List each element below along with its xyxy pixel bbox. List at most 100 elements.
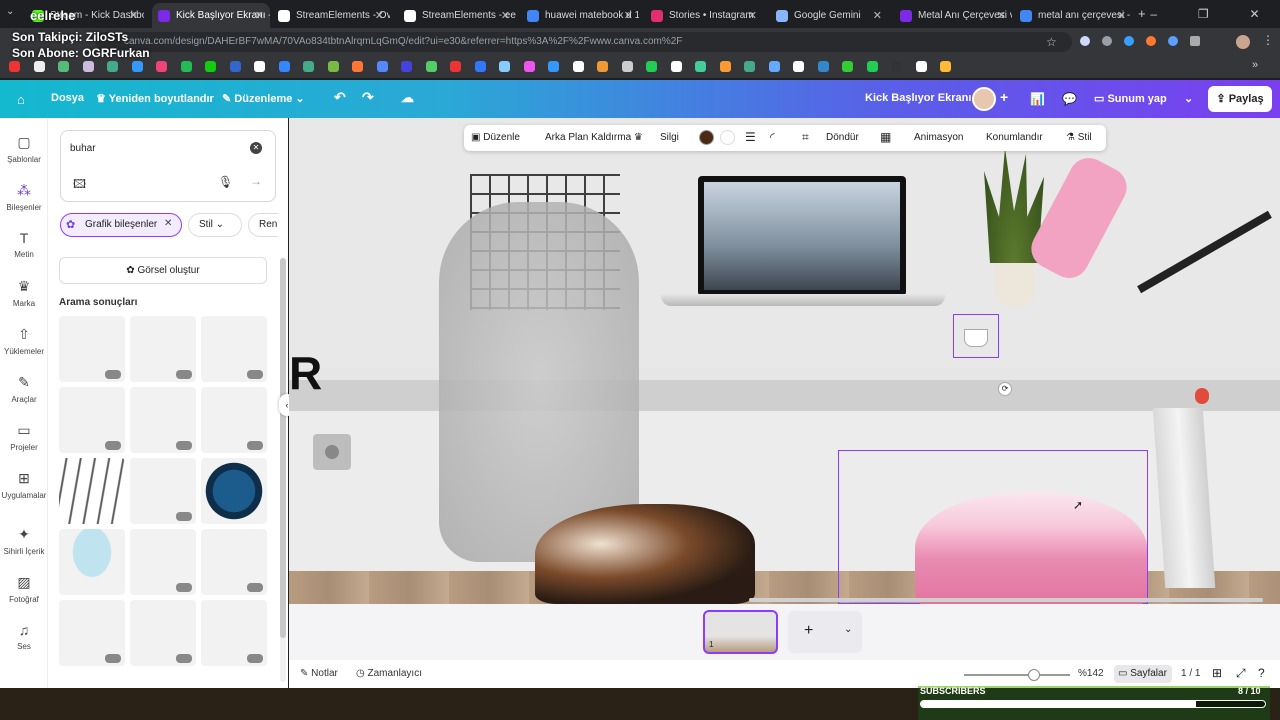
rail-item-uploads[interactable]: ⇧ Yüklemeler bbox=[0, 326, 48, 356]
style-button[interactable]: ⚗ Stil bbox=[1066, 132, 1092, 143]
extension-icon[interactable] bbox=[1080, 36, 1090, 46]
style-filter-dropdown[interactable]: Stil ⌄ bbox=[188, 213, 242, 237]
result-thumbnail[interactable] bbox=[130, 316, 196, 382]
result-thumbnail[interactable] bbox=[130, 458, 196, 524]
close-tab-icon[interactable]: ✕ bbox=[873, 9, 882, 22]
color-swatch-white[interactable] bbox=[720, 130, 735, 145]
zoom-level[interactable]: %142 bbox=[1078, 668, 1104, 679]
grid-view-icon[interactable]: ⊞ bbox=[1212, 666, 1222, 680]
close-tab-icon[interactable]: ✕ bbox=[624, 9, 633, 22]
browser-tab[interactable]: Google Gemini ✕ bbox=[770, 3, 888, 28]
help-icon[interactable]: ? bbox=[1258, 666, 1265, 680]
bookmark-favicon-icon[interactable] bbox=[915, 61, 927, 72]
add-collaborator-icon[interactable]: + bbox=[1000, 89, 1008, 105]
bookmark-favicon-icon[interactable] bbox=[768, 61, 780, 72]
rail-item-tools[interactable]: ✎ Araçlar bbox=[0, 374, 48, 404]
bookmark-favicon-icon[interactable] bbox=[278, 61, 290, 72]
rail-item-text[interactable]: T Metin bbox=[0, 230, 48, 259]
zoom-slider-handle[interactable] bbox=[1028, 669, 1040, 681]
bookmarks-overflow-icon[interactable]: » bbox=[1252, 59, 1258, 71]
bookmark-favicon-icon[interactable] bbox=[891, 61, 902, 72]
selected-pet-bed[interactable] bbox=[838, 450, 1148, 604]
profile-avatar[interactable] bbox=[1236, 35, 1250, 49]
share-button[interactable]: ⇪ Paylaş bbox=[1208, 86, 1272, 112]
bookmark-favicon-icon[interactable] bbox=[376, 61, 388, 72]
home-icon[interactable]: ⌂ bbox=[17, 92, 25, 107]
bookmark-favicon-icon[interactable] bbox=[670, 61, 682, 72]
bookmark-favicon-icon[interactable] bbox=[695, 61, 706, 72]
bookmark-favicon-icon[interactable] bbox=[254, 61, 265, 72]
browser-tab[interactable]: StreamElements - ee ✕ bbox=[398, 3, 516, 28]
bookmark-favicon-icon[interactable] bbox=[58, 61, 69, 72]
page-options-chevron-icon[interactable]: ⌄ bbox=[844, 624, 852, 635]
rail-item-magic-media[interactable]: ✦ Sihirli İçerik bbox=[0, 526, 48, 556]
fullscreen-icon[interactable]: ⤢ bbox=[1236, 666, 1246, 681]
collaborator-avatar[interactable] bbox=[972, 87, 996, 111]
more-icon[interactable]: ⋮ bbox=[1262, 33, 1274, 47]
browser-tab[interactable]: Metal Anı Çerçevesi v ✕ bbox=[894, 3, 1012, 28]
close-tab-icon[interactable]: ✕ bbox=[748, 9, 757, 22]
rail-item-templates[interactable]: ▢ Şablonlar bbox=[0, 134, 48, 164]
bookmark-favicon-icon[interactable] bbox=[866, 61, 878, 72]
puzzle-icon[interactable] bbox=[1190, 36, 1200, 46]
bookmark-favicon-icon[interactable] bbox=[352, 61, 363, 72]
close-tab-icon[interactable]: ✕ bbox=[129, 9, 138, 22]
corner-rounding-icon[interactable]: ◜ bbox=[770, 130, 775, 144]
steam-logo-result[interactable] bbox=[201, 458, 267, 524]
remove-chip-icon[interactable]: ✕ bbox=[164, 218, 172, 229]
bookmark-favicon-icon[interactable] bbox=[940, 61, 951, 72]
close-window-icon[interactable]: ✕ bbox=[1250, 7, 1260, 21]
bookmark-favicon-icon[interactable] bbox=[327, 61, 339, 72]
bookmark-favicon-icon[interactable] bbox=[548, 61, 559, 72]
bookmark-favicon-icon[interactable] bbox=[474, 61, 486, 72]
design-title[interactable]: Kick Başlıyor Ekranı bbox=[865, 92, 971, 104]
close-tab-icon[interactable]: ✕ bbox=[501, 9, 510, 22]
edit-button[interactable]: ▣ Düzenle bbox=[471, 132, 520, 143]
present-options-chevron-icon[interactable]: ⌄ bbox=[1184, 92, 1193, 105]
browser-tab[interactable]: metal anı çerçevesi - ✕ bbox=[1014, 3, 1132, 28]
panel-scrollbar[interactable] bbox=[280, 258, 286, 682]
browser-tab[interactable]: huawei matebook d 1 ✕ bbox=[521, 3, 639, 28]
present-button[interactable]: ▭ Sunum yap bbox=[1094, 92, 1167, 105]
browser-tab[interactable]: Stories • Instagram ✕ bbox=[645, 3, 763, 28]
bookmark-favicon-icon[interactable] bbox=[572, 61, 584, 72]
bookmark-favicon-icon[interactable] bbox=[425, 61, 437, 72]
insights-icon[interactable]: 📊 bbox=[1030, 92, 1045, 106]
notes-button[interactable]: ✎ Notlar bbox=[300, 668, 338, 679]
result-thumbnail[interactable] bbox=[130, 600, 196, 666]
bookmark-favicon-icon[interactable] bbox=[523, 61, 535, 72]
bookmark-favicon-icon[interactable] bbox=[131, 61, 143, 72]
bookmark-favicon-icon[interactable] bbox=[33, 61, 45, 72]
rotate-handle-icon[interactable]: ⟳ bbox=[998, 382, 1012, 396]
bookmark-favicon-icon[interactable] bbox=[499, 61, 510, 72]
tab-search-icon[interactable]: ⌄ bbox=[6, 6, 20, 20]
rail-item-brand[interactable]: ♛ Marka bbox=[0, 278, 48, 308]
smoke-lines-result[interactable] bbox=[59, 458, 125, 524]
extension-icon[interactable] bbox=[1102, 36, 1112, 46]
flip-button[interactable]: Döndür bbox=[826, 132, 859, 143]
submit-arrow-icon[interactable]: → bbox=[250, 174, 262, 188]
result-thumbnail[interactable] bbox=[201, 316, 267, 382]
bookmark-favicon-icon[interactable] bbox=[229, 61, 241, 72]
bookmark-favicon-icon[interactable] bbox=[156, 61, 167, 72]
extension-icon[interactable] bbox=[1146, 36, 1156, 46]
transparency-icon[interactable]: ▦ bbox=[880, 130, 891, 144]
background-remover-button[interactable]: Arka Plan Kaldırma ♛ bbox=[545, 132, 643, 143]
bookmark-favicon-icon[interactable] bbox=[401, 61, 412, 72]
cloud-saved-icon[interactable]: ☁ bbox=[401, 90, 414, 106]
bookmark-favicon-icon[interactable] bbox=[450, 61, 461, 72]
close-tab-icon[interactable]: ✕ bbox=[375, 9, 384, 22]
undo-icon[interactable]: ↶ bbox=[334, 89, 346, 106]
close-tab-icon[interactable]: ✕ bbox=[997, 9, 1006, 22]
url-field[interactable]: canva.com/design/DAHErBF7wMA/70VAo834tbt… bbox=[96, 32, 1072, 52]
bookmark-favicon-icon[interactable] bbox=[303, 61, 314, 72]
bookmark-favicon-icon[interactable] bbox=[205, 61, 216, 72]
result-thumbnail[interactable] bbox=[130, 387, 196, 453]
minimize-icon[interactable]: – bbox=[1150, 7, 1157, 21]
bookmark-favicon-icon[interactable] bbox=[793, 61, 804, 72]
close-tab-icon[interactable]: ✕ bbox=[255, 9, 264, 22]
resize-button[interactable]: ♛ Yeniden boyutlandır bbox=[96, 92, 214, 105]
extension-icon[interactable] bbox=[1168, 36, 1178, 46]
bookmark-favicon-icon[interactable] bbox=[744, 61, 755, 72]
result-thumbnail[interactable] bbox=[59, 600, 125, 666]
